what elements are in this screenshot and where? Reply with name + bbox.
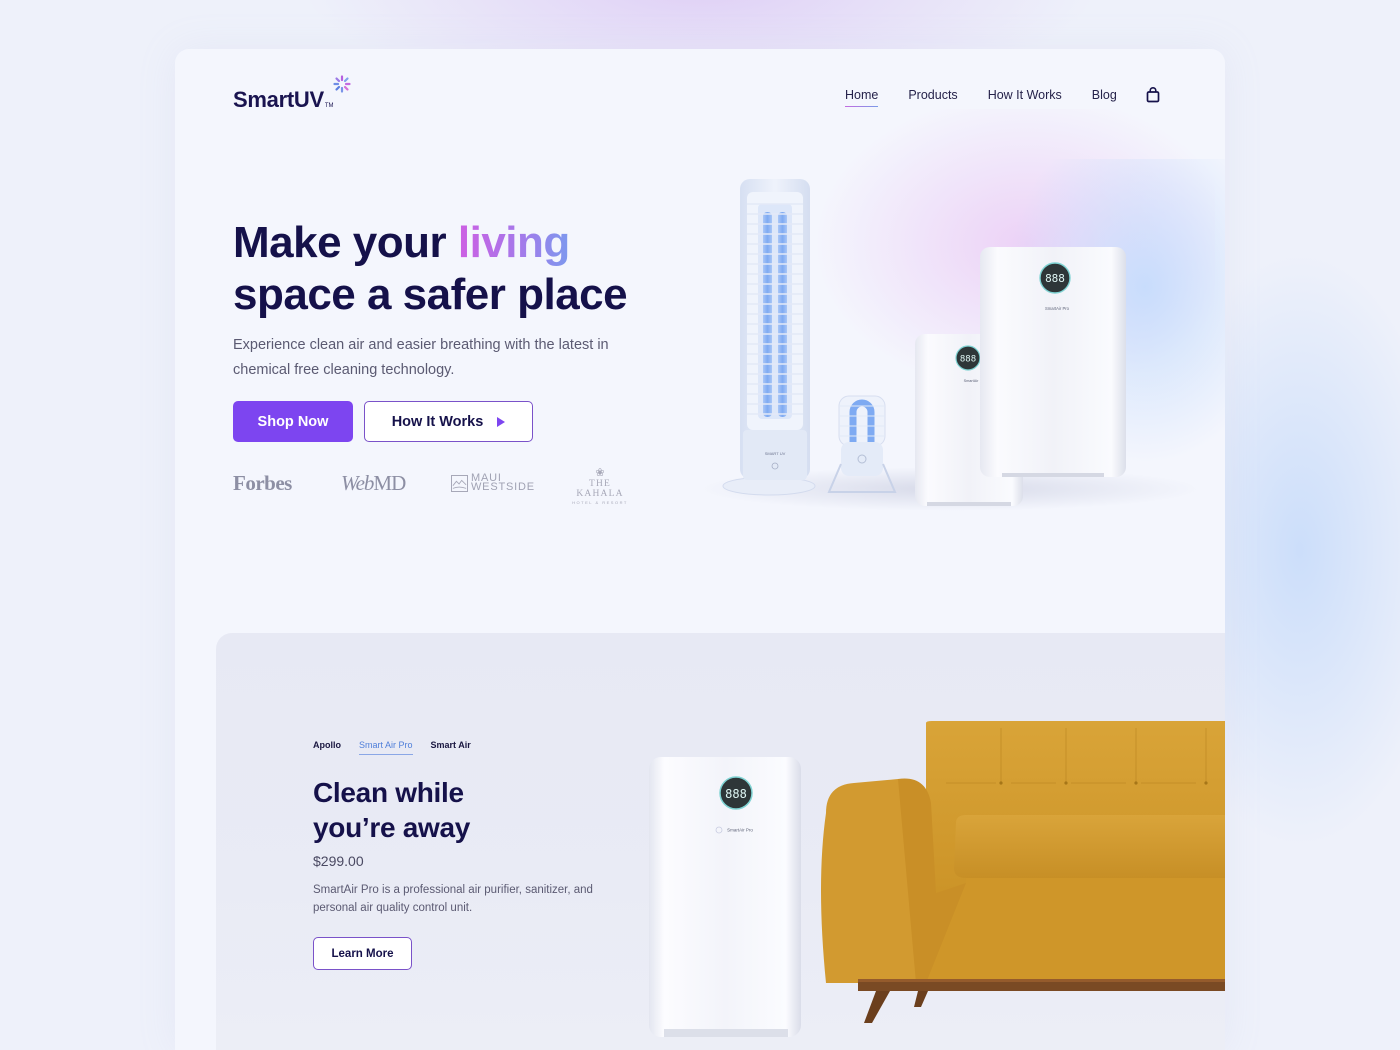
featured-description: SmartAir Pro is a professional air purif… — [313, 884, 593, 914]
tab-apollo[interactable]: Apollo — [313, 740, 341, 755]
smartair-pro-purifier: 888 SmartAir Pro — [980, 247, 1126, 477]
learn-more-button[interactable]: Learn More — [313, 937, 412, 970]
featured-display: 888 — [725, 787, 747, 801]
featured-title: Clean while you’re away — [313, 775, 573, 845]
forbes-logo: Forbes — [233, 471, 292, 495]
hero-subtitle: Experience clean air and easier breathin… — [233, 337, 609, 378]
hero-products-image: SMART UV 888 SmartAir 888 SmartAir Pro — [700, 179, 1200, 511]
product-tabs: Apollo Smart Air Pro Smart Air — [313, 740, 489, 755]
kahala-logo-name: THE KAHALA — [576, 479, 624, 499]
main-nav: Home Products How It Works Blog — [845, 88, 1147, 107]
maui-westside-logo: MAUI WESTSIDE — [451, 473, 535, 493]
landing-page: SmartUV TM Home Products How It Works Bl… — [175, 49, 1225, 1050]
uv-tower-lamp: SMART UV — [722, 179, 816, 496]
tower-label: SMART UV — [765, 451, 786, 456]
tab-smart-air[interactable]: Smart Air — [431, 740, 471, 755]
hero-title-part1: Make your — [233, 218, 458, 267]
webmd-logo-web: Web — [341, 471, 374, 495]
sofa-leg — [864, 991, 890, 1023]
smartair-pro-display: 888 — [1045, 272, 1065, 285]
smartair-display: 888 — [960, 355, 976, 365]
featured-title-line2: you’re away — [313, 812, 471, 843]
the-kahala-logo: ❀ THE KAHALA HOTEL & RESORT — [565, 467, 635, 505]
webmd-logo: WebMD — [341, 471, 406, 496]
sofa-leg — [914, 991, 928, 1007]
featured-price: $299.00 — [313, 853, 364, 869]
nav-home[interactable]: Home — [845, 88, 879, 107]
maui-logo-bottom: WESTSIDE — [471, 481, 535, 493]
featured-product-section: Apollo Smart Air Pro Smart Air Clean whi… — [216, 633, 1225, 1050]
featured-title-line1: Clean while — [313, 777, 464, 808]
smartair-pro-label: SmartAir Pro — [1045, 306, 1070, 311]
logo[interactable]: SmartUV TM — [233, 75, 351, 113]
nav-how-it-works[interactable]: How It Works — [988, 88, 1062, 106]
tab-smart-air-pro[interactable]: Smart Air Pro — [359, 740, 413, 755]
how-it-works-button-label: How It Works — [391, 413, 484, 430]
play-icon — [497, 416, 506, 427]
nav-products[interactable]: Products — [908, 88, 957, 106]
how-it-works-button[interactable]: How It Works — [364, 401, 533, 442]
featured-product-image: 888 SmartAir Pro — [649, 721, 1225, 1037]
shopping-bag-icon[interactable] — [1146, 87, 1160, 103]
maui-mountain-icon — [451, 474, 468, 492]
logo-text: SmartUV — [233, 87, 324, 112]
shop-now-button[interactable]: Shop Now — [233, 401, 353, 442]
logo-trademark: TM — [324, 103, 334, 109]
featured-purifier: 888 SmartAir Pro — [649, 757, 801, 1037]
webmd-logo-md: MD — [373, 471, 406, 495]
smartair-label: SmartAir — [964, 379, 980, 383]
hero-title-part2: space a safer place — [233, 270, 628, 319]
hero-title-accent: living — [457, 218, 570, 267]
yellow-sofa — [821, 721, 1225, 1023]
featured-product-label: SmartAir Pro — [727, 828, 753, 833]
kahala-flower-icon: ❀ — [595, 467, 605, 479]
nav-blog[interactable]: Blog — [1092, 88, 1117, 106]
hero-title: Make your living space a safer place — [233, 217, 693, 321]
press-logos: Forbes WebMD MAUI WESTSIDE ❀ THE KAHALA … — [233, 467, 653, 507]
kahala-logo-sub: HOTEL & RESORT — [572, 500, 628, 505]
uv-star-icon — [333, 75, 351, 93]
